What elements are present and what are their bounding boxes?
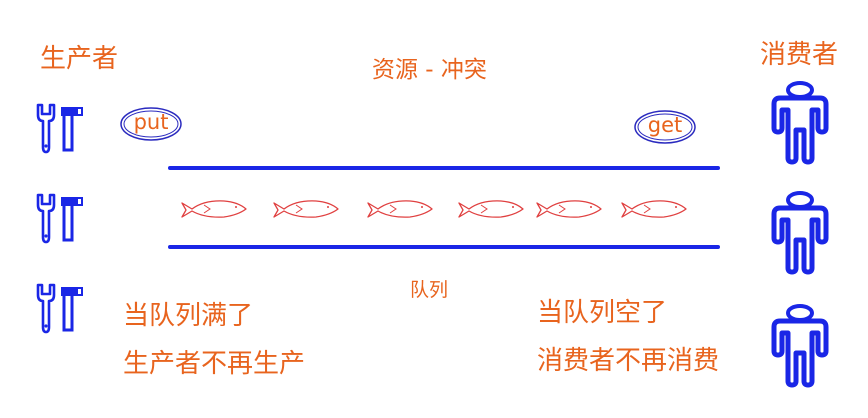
put-label: put bbox=[133, 110, 169, 134]
consumer-person-icon-3 bbox=[774, 306, 826, 385]
producer-tool-icon-2 bbox=[36, 193, 84, 244]
consumer-person-icon-1 bbox=[774, 83, 826, 162]
queue-item-fish-icon-6 bbox=[621, 200, 687, 218]
queue-item-fish-icon-1 bbox=[181, 200, 247, 218]
queue-item-fish-icon-4 bbox=[458, 200, 524, 218]
diagram-canvas bbox=[36, 0, 868, 418]
queue-item-fish-icon-5 bbox=[536, 200, 602, 218]
queue-item-fish-icon-3 bbox=[367, 200, 433, 218]
get-label: get bbox=[647, 113, 683, 137]
consumer-person-icon-2 bbox=[774, 193, 826, 272]
producer-tool-icon-3 bbox=[36, 283, 84, 334]
queue-item-fish-icon-2 bbox=[273, 200, 339, 218]
producer-tool-icon-1 bbox=[36, 103, 84, 154]
